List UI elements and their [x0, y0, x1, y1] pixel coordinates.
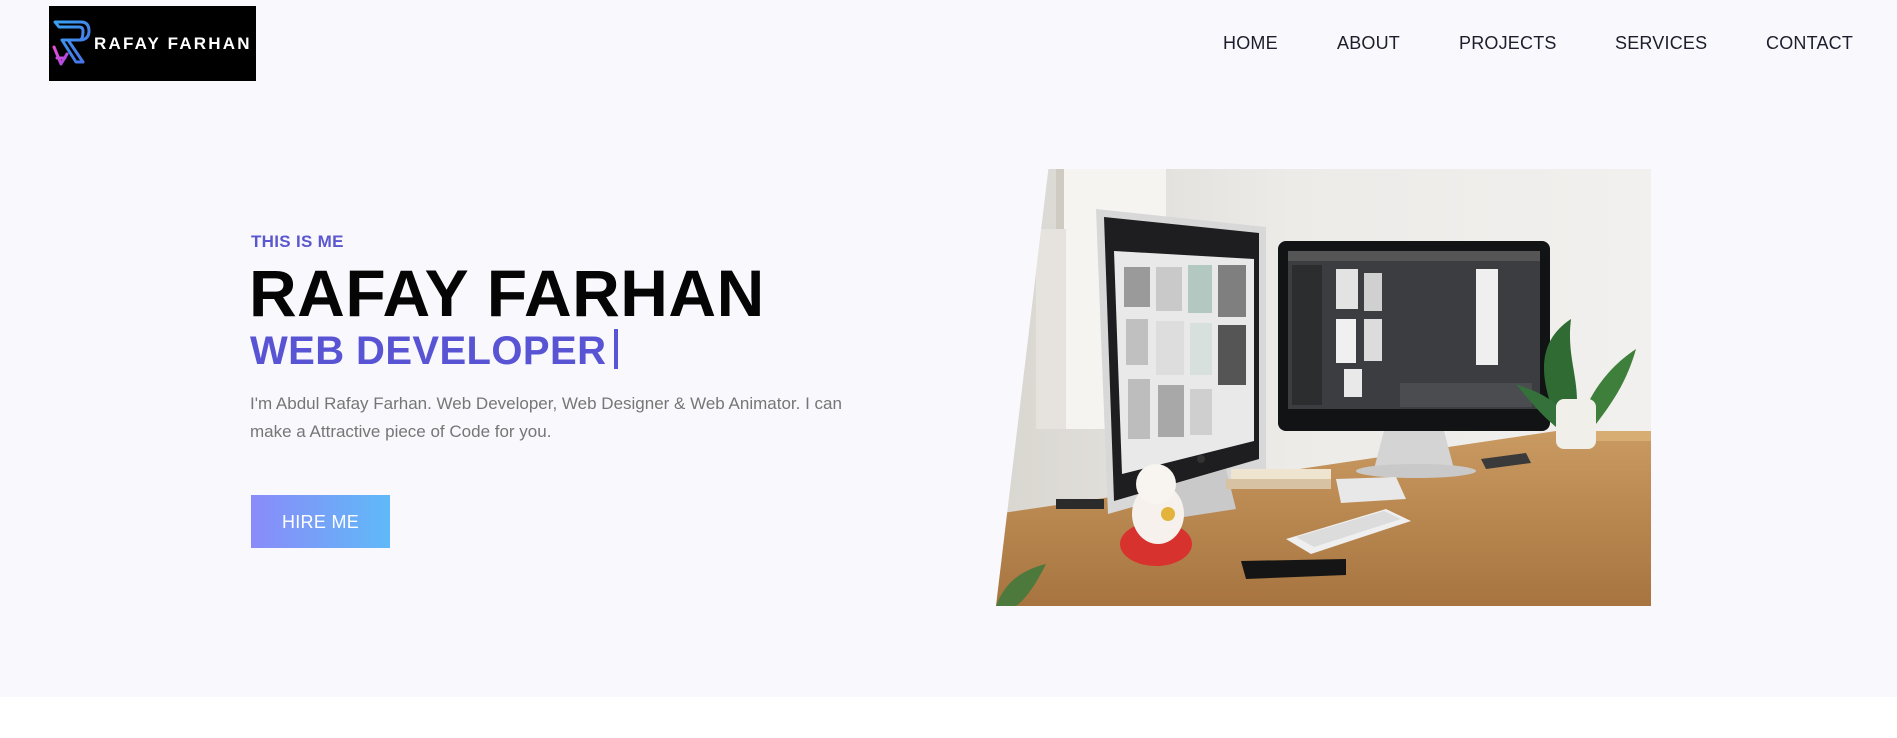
hero-role-line: WEB DEVELOPER [250, 326, 619, 376]
hero-name: RAFAY FARHAN [249, 256, 765, 330]
nav-services[interactable]: SERVICES [1615, 30, 1707, 56]
hero-role: WEB DEVELOPER [250, 329, 607, 373]
workspace-illustration [996, 169, 1651, 606]
workspace-photo [996, 169, 1651, 606]
logo-text: RAFAY FARHAN [94, 34, 252, 53]
typing-cursor [614, 329, 619, 369]
nav-contact[interactable]: CONTACT [1766, 30, 1853, 56]
rf-logo-icon [52, 20, 91, 66]
hire-me-button[interactable]: HIRE ME [251, 495, 390, 548]
hero-eyebrow: THIS IS ME [251, 232, 344, 251]
nav-projects[interactable]: PROJECTS [1459, 30, 1557, 56]
hero-description: I'm Abdul Rafay Farhan. Web Developer, W… [250, 394, 842, 441]
site-logo[interactable]: RAFAY FARHAN [49, 6, 256, 81]
nav-home[interactable]: HOME [1223, 30, 1278, 56]
nav-about[interactable]: ABOUT [1337, 30, 1400, 56]
next-section [0, 697, 1897, 738]
